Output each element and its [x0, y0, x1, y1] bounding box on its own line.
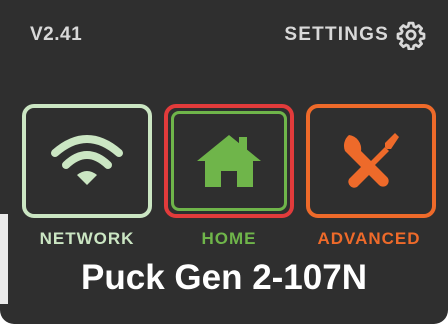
edge-fade	[0, 214, 8, 304]
home-label: HOME	[201, 229, 257, 248]
settings-button[interactable]: SETTINGS	[284, 20, 426, 50]
wrench-screwdriver-icon	[343, 133, 399, 188]
advanced-label: ADVANCED	[317, 229, 421, 248]
device-name: Puck Gen 2-107N	[81, 258, 367, 297]
wifi-icon	[51, 135, 123, 185]
network-label: NETWORK	[39, 229, 135, 248]
home-tile-selection-ring	[171, 111, 287, 211]
version-label: V2.41	[30, 24, 83, 45]
home-tile[interactable]	[164, 104, 294, 218]
device-screen: V2.41 SETTINGS NETWORK HOME ADVANCED Puc…	[0, 0, 448, 324]
gear-icon	[396, 21, 426, 50]
settings-label: SETTINGS	[284, 24, 389, 45]
network-tile[interactable]	[22, 104, 152, 218]
advanced-tile[interactable]	[306, 104, 436, 218]
